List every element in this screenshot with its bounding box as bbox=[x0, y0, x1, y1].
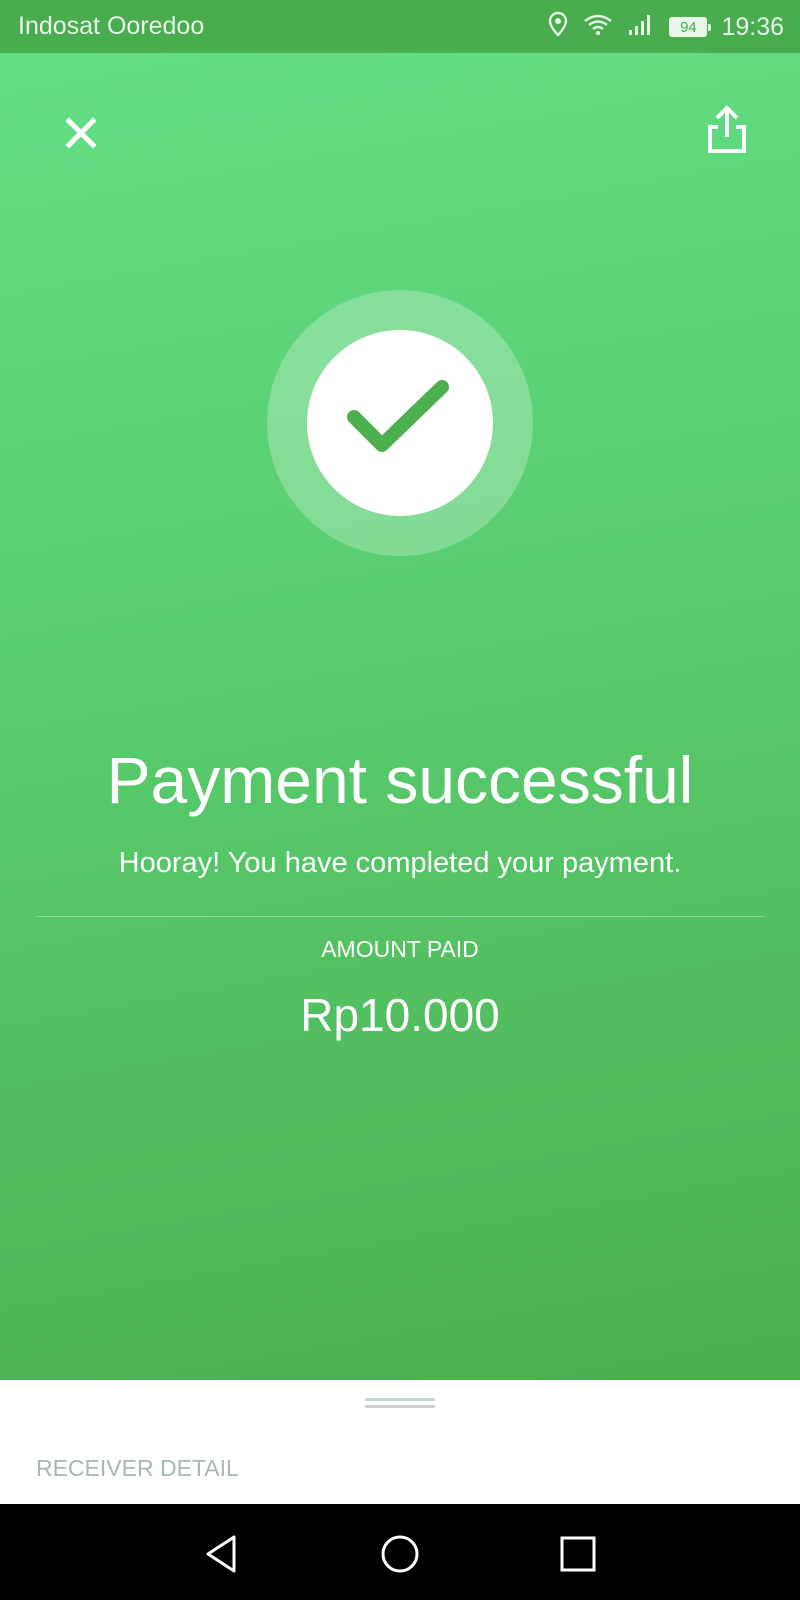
amount-label: AMOUNT PAID bbox=[321, 936, 479, 962]
battery-icon: 94 bbox=[669, 17, 712, 37]
success-circle bbox=[307, 330, 493, 516]
close-button[interactable] bbox=[56, 108, 106, 158]
checkmark-icon bbox=[340, 371, 460, 476]
payment-success-screen: Indosat Ooredoo 94 19:36 Payment success… bbox=[0, 0, 800, 1600]
clock: 19:36 bbox=[721, 12, 784, 41]
signal-icon bbox=[627, 12, 655, 43]
receiver-sheet[interactable] bbox=[0, 1380, 800, 1504]
recents-icon bbox=[556, 1536, 600, 1580]
divider bbox=[36, 916, 764, 917]
sheet-drag-handle[interactable] bbox=[365, 1398, 435, 1408]
home-icon bbox=[378, 1535, 422, 1580]
receiver-detail-label[interactable]: RECEIVER DETAIL bbox=[36, 1455, 239, 1482]
status-bar: Indosat Ooredoo 94 19:36 bbox=[0, 0, 800, 53]
success-panel: Payment successful Hooray! You have comp… bbox=[0, 53, 800, 1380]
wifi-icon bbox=[583, 12, 613, 43]
back-icon bbox=[200, 1535, 244, 1580]
success-message: Hooray! You have completed your payment. bbox=[118, 847, 682, 879]
share-icon bbox=[702, 105, 752, 163]
back-button[interactable] bbox=[200, 1532, 244, 1576]
system-nav-bar bbox=[0, 1504, 800, 1600]
page-title: Payment successful bbox=[106, 743, 694, 817]
location-icon bbox=[547, 11, 569, 44]
recents-button[interactable] bbox=[556, 1532, 600, 1576]
amount-value: Rp10.000 bbox=[300, 989, 500, 1041]
status-icons: 94 19:36 bbox=[547, 10, 784, 44]
home-button[interactable] bbox=[378, 1532, 422, 1576]
close-icon bbox=[56, 117, 106, 162]
success-badge bbox=[267, 290, 533, 556]
carrier-name: Indosat Ooredoo bbox=[18, 12, 205, 40]
share-button[interactable] bbox=[702, 103, 752, 159]
